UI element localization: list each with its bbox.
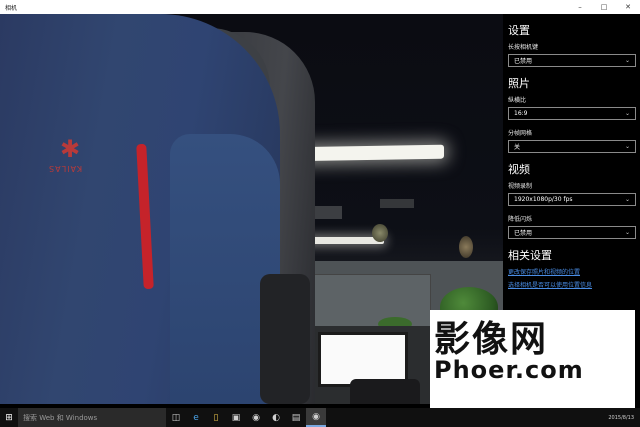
office-chair bbox=[350, 379, 420, 404]
framing-grid-value: 关 bbox=[514, 144, 521, 151]
framing-grid-label: 分帧网格 bbox=[508, 130, 533, 137]
taskbar: ⊞ 搜索 Web 和 Windows ◫ e ▯ ▣ ◉ ◐ ▤ ◉ 2015/… bbox=[0, 408, 640, 427]
settings-heading: 设置 bbox=[508, 24, 530, 37]
camera-preview[interactable]: ✱ KAILAS bbox=[0, 14, 503, 404]
jacket-logo-text: KAILAS bbox=[48, 164, 83, 173]
app-icon-3[interactable]: ▤ bbox=[286, 408, 306, 427]
chevron-down-icon: ⌄ bbox=[624, 57, 630, 64]
ceiling-vent-far bbox=[380, 199, 414, 208]
maximize-icon[interactable]: □ bbox=[592, 0, 616, 14]
store-icon[interactable]: ▣ bbox=[226, 408, 246, 427]
location-permission-link[interactable]: 选择相机是否可以使用位置信息 bbox=[508, 280, 635, 289]
change-save-location-link[interactable]: 更改保存照片和视频的位置 bbox=[508, 267, 635, 276]
app-icon[interactable]: ◉ bbox=[246, 408, 266, 427]
minimize-icon[interactable]: – bbox=[568, 0, 592, 14]
hold-camera-dropdown[interactable]: 已禁用 ⌄ bbox=[508, 54, 636, 67]
aspect-ratio-dropdown[interactable]: 16:9 ⌄ bbox=[508, 107, 636, 120]
framing-grid-dropdown[interactable]: 关 ⌄ bbox=[508, 140, 636, 153]
hanging-ornament-2 bbox=[459, 236, 473, 258]
chevron-down-icon: ⌄ bbox=[624, 196, 630, 203]
video-record-label: 视频录制 bbox=[508, 183, 533, 190]
hanging-ornament bbox=[372, 224, 388, 242]
camera-icon[interactable]: ◉ bbox=[306, 408, 326, 427]
flicker-reduction-value: 已禁用 bbox=[514, 230, 533, 237]
chevron-down-icon: ⌄ bbox=[624, 110, 630, 117]
task-view-icon[interactable]: ◫ bbox=[166, 408, 186, 427]
video-record-dropdown[interactable]: 1920x1080p/30 fps ⌄ bbox=[508, 193, 636, 206]
edge-icon[interactable]: e bbox=[186, 408, 206, 427]
jacket-dark-sleeve bbox=[260, 274, 310, 404]
close-icon[interactable]: ✕ bbox=[616, 0, 640, 14]
related-settings-heading: 相关设置 bbox=[508, 249, 552, 262]
jacket-logo-icon: ✱ bbox=[59, 135, 81, 163]
flicker-reduction-label: 降低闪烁 bbox=[508, 216, 533, 223]
hold-camera-value: 已禁用 bbox=[514, 58, 533, 65]
video-heading: 视频 bbox=[508, 163, 530, 176]
app-icon-2[interactable]: ◐ bbox=[266, 408, 286, 427]
aspect-ratio-label: 纵横比 bbox=[508, 97, 527, 104]
search-input[interactable]: 搜索 Web 和 Windows bbox=[18, 408, 166, 427]
window-title: 相机 bbox=[5, 4, 18, 12]
video-record-value: 1920x1080p/30 fps bbox=[514, 196, 573, 203]
watermark-url: Phoer.com bbox=[434, 356, 584, 384]
watermark: 影像网 Phoer.com bbox=[430, 310, 635, 424]
chevron-down-icon: ⌄ bbox=[624, 143, 630, 150]
chevron-down-icon: ⌄ bbox=[624, 229, 630, 236]
taskbar-clock[interactable]: 2015/8/13 bbox=[608, 415, 640, 421]
office-window bbox=[313, 274, 431, 330]
windows-start-icon[interactable]: ⊞ bbox=[0, 408, 18, 427]
file-explorer-icon[interactable]: ▯ bbox=[206, 408, 226, 427]
title-bar: 相机 – □ ✕ bbox=[0, 0, 640, 14]
flicker-reduction-dropdown[interactable]: 已禁用 ⌄ bbox=[508, 226, 636, 239]
aspect-ratio-value: 16:9 bbox=[514, 110, 528, 117]
watermark-logo: 影像网 bbox=[434, 318, 549, 360]
photos-heading: 照片 bbox=[508, 77, 530, 90]
hold-camera-label: 长按相机键 bbox=[508, 44, 539, 51]
